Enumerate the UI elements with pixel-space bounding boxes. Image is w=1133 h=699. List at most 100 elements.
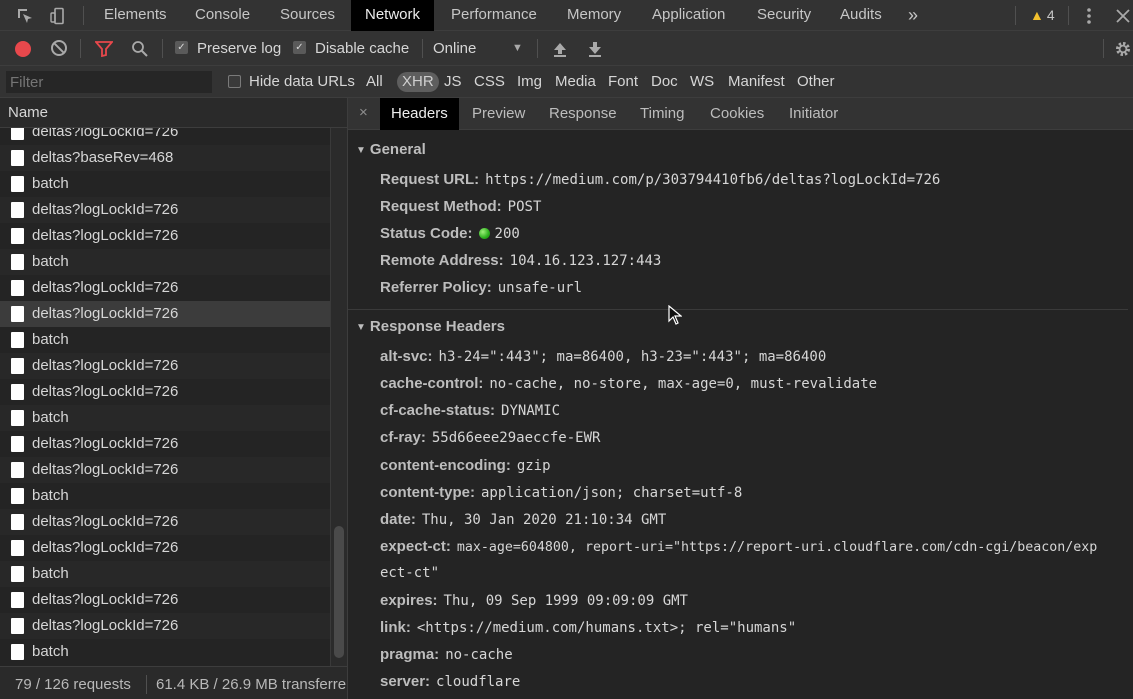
tab-response[interactable]: Response bbox=[549, 98, 617, 130]
header-value: 55d66eee29aeccfe-EWR bbox=[431, 430, 601, 446]
header-key: expect-ct: bbox=[380, 538, 451, 555]
request-name: deltas?logLockId=726 bbox=[32, 227, 179, 244]
request-row[interactable]: deltas?logLockId=726 bbox=[0, 431, 330, 457]
request-row[interactable]: deltas?logLockId=726 bbox=[0, 509, 330, 535]
header-key: link: bbox=[380, 619, 411, 636]
filter-type-ws[interactable]: WS bbox=[690, 66, 714, 98]
document-icon bbox=[11, 176, 24, 192]
document-icon bbox=[11, 384, 24, 400]
tab-performance[interactable]: Performance bbox=[451, 0, 537, 31]
filter-type-all[interactable]: All bbox=[366, 66, 383, 98]
name-column-header[interactable]: Name bbox=[0, 98, 347, 128]
request-row[interactable]: batch bbox=[0, 639, 330, 665]
header-value: h3-24=":443"; ma=86400, h3-23=":443"; ma… bbox=[438, 349, 827, 365]
filter-type-doc[interactable]: Doc bbox=[651, 66, 678, 98]
request-row[interactable]: deltas?logLockId=726 bbox=[0, 301, 330, 327]
request-name: deltas?logLockId=726 bbox=[32, 128, 179, 140]
filter-type-img[interactable]: Img bbox=[517, 66, 542, 98]
device-toolbar-icon[interactable] bbox=[45, 0, 71, 31]
hide-data-urls-checkbox[interactable] bbox=[228, 75, 241, 88]
request-row[interactable]: deltas?logLockId=726 bbox=[0, 535, 330, 561]
request-row[interactable]: batch bbox=[0, 249, 330, 275]
request-name: batch bbox=[32, 253, 69, 270]
header-value: DYNAMIC bbox=[501, 403, 561, 419]
filter-type-css[interactable]: CSS bbox=[474, 66, 505, 98]
tab-preview[interactable]: Preview bbox=[472, 98, 525, 130]
tab-audits[interactable]: Audits bbox=[840, 0, 882, 31]
request-row[interactable]: batch bbox=[0, 561, 330, 587]
warnings-counter[interactable]: ▲ 4 bbox=[1030, 0, 1055, 31]
search-icon[interactable] bbox=[126, 31, 152, 66]
chevron-down-icon[interactable]: ▼ bbox=[512, 31, 523, 66]
request-name: batch bbox=[32, 643, 69, 660]
devtools-tabbar: Elements Console Sources Network Perform… bbox=[0, 0, 1133, 31]
request-row[interactable]: deltas?logLockId=726 bbox=[0, 275, 330, 301]
import-har-icon[interactable] bbox=[547, 31, 573, 66]
tab-sources[interactable]: Sources bbox=[280, 0, 335, 31]
tab-console[interactable]: Console bbox=[195, 0, 250, 31]
header-value: Thu, 30 Jan 2020 21:10:34 GMT bbox=[421, 512, 667, 528]
filter-type-js[interactable]: JS bbox=[444, 66, 462, 98]
inspect-element-icon[interactable] bbox=[12, 0, 38, 31]
response-headers-title: Response Headers bbox=[369, 318, 505, 335]
request-row[interactable]: deltas?logLockId=726 bbox=[0, 197, 330, 223]
close-details-icon[interactable]: × bbox=[359, 98, 368, 128]
disable-cache-label: Disable cache bbox=[315, 40, 410, 57]
response-header-row: pragma: no-cache bbox=[380, 643, 513, 667]
header-key: server: bbox=[380, 673, 431, 690]
document-icon bbox=[11, 202, 24, 218]
request-row[interactable]: batch bbox=[0, 405, 330, 431]
filter-type-manifest[interactable]: Manifest bbox=[728, 66, 785, 98]
document-icon bbox=[11, 462, 24, 478]
request-row[interactable]: deltas?logLockId=726 bbox=[0, 353, 330, 379]
request-row[interactable]: batch bbox=[0, 483, 330, 509]
general-section-title: General bbox=[369, 141, 426, 158]
throttling-select[interactable]: Online bbox=[433, 31, 476, 66]
filter-input[interactable] bbox=[6, 71, 212, 93]
request-list-scrollbar[interactable] bbox=[330, 128, 347, 666]
more-tabs-button[interactable]: » bbox=[908, 0, 918, 31]
disable-cache-checkbox[interactable]: ✓ bbox=[293, 41, 306, 54]
header-key: Request Method: bbox=[380, 198, 502, 215]
request-row[interactable]: deltas?logLockId=726 bbox=[0, 613, 330, 639]
request-name: deltas?logLockId=726 bbox=[32, 435, 179, 452]
tab-security[interactable]: Security bbox=[757, 0, 811, 31]
tab-memory[interactable]: Memory bbox=[567, 0, 621, 31]
request-row[interactable]: deltas?baseRev=468 bbox=[0, 145, 330, 171]
tab-timing[interactable]: Timing bbox=[640, 98, 684, 130]
request-row[interactable]: deltas?logLockId=726 bbox=[0, 457, 330, 483]
filter-type-xhr[interactable]: XHR bbox=[397, 72, 439, 92]
request-row[interactable]: deltas?logLockId=726 bbox=[0, 223, 330, 249]
tab-headers[interactable]: Headers bbox=[380, 98, 459, 130]
header-value: ect-ct" bbox=[380, 565, 440, 581]
request-row[interactable]: batch bbox=[0, 171, 330, 197]
kebab-menu-icon[interactable] bbox=[1076, 0, 1102, 31]
general-section-toggle[interactable]: ▼ General bbox=[356, 139, 426, 161]
filter-bar: Hide data URLs All XHR JS CSS Img Media … bbox=[0, 66, 1133, 98]
scrollbar-thumb[interactable] bbox=[334, 526, 344, 658]
response-headers-toggle[interactable]: ▼ Response Headers bbox=[356, 316, 505, 338]
tab-elements[interactable]: Elements bbox=[104, 0, 167, 31]
settings-gear-icon[interactable] bbox=[1110, 31, 1133, 66]
request-name: deltas?logLockId=726 bbox=[32, 461, 179, 478]
request-row[interactable]: deltas?logLockId=726 bbox=[0, 587, 330, 613]
tab-cookies[interactable]: Cookies bbox=[710, 98, 764, 130]
request-row[interactable]: deltas?logLockId=726 bbox=[0, 128, 330, 145]
request-name: deltas?logLockId=726 bbox=[32, 617, 179, 634]
request-row[interactable]: batch bbox=[0, 327, 330, 353]
close-devtools-icon[interactable] bbox=[1110, 0, 1133, 31]
export-har-icon[interactable] bbox=[582, 31, 608, 66]
filter-type-font[interactable]: Font bbox=[608, 66, 638, 98]
general-referrer-policy: Referrer Policy: unsafe-url bbox=[380, 276, 582, 300]
tab-application[interactable]: Application bbox=[652, 0, 725, 31]
filter-type-media[interactable]: Media bbox=[555, 66, 596, 98]
clear-button[interactable] bbox=[51, 40, 67, 56]
request-name: batch bbox=[32, 175, 69, 192]
filter-icon[interactable] bbox=[91, 31, 117, 66]
request-row[interactable]: deltas?logLockId=726 bbox=[0, 379, 330, 405]
filter-type-other[interactable]: Other bbox=[797, 66, 835, 98]
tab-network[interactable]: Network bbox=[351, 0, 435, 31]
tab-initiator[interactable]: Initiator bbox=[789, 98, 838, 130]
preserve-log-checkbox[interactable]: ✓ bbox=[175, 41, 188, 54]
record-button[interactable] bbox=[15, 41, 31, 57]
